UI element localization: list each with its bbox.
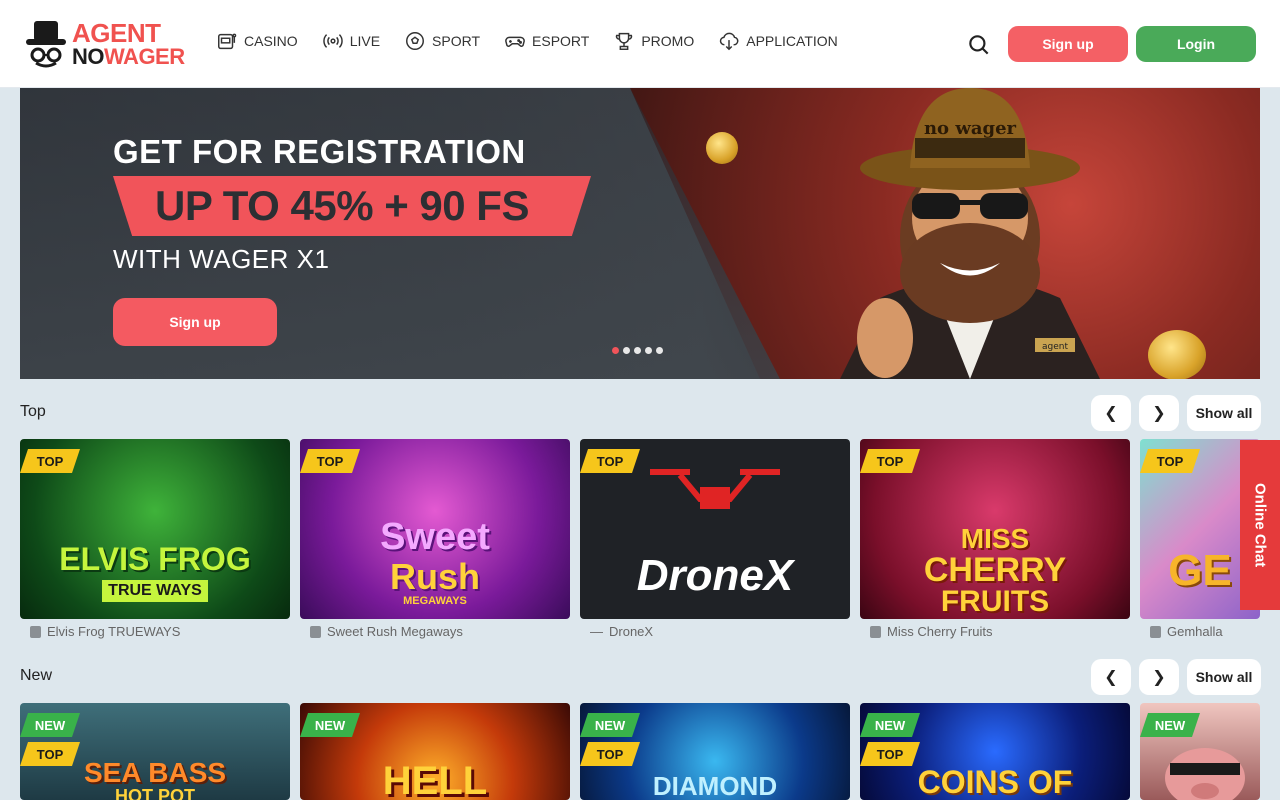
game-name-label: Sweet Rush Megaways [310,624,463,639]
game-card-sea-bass[interactable]: NEW TOP SEA BASS HOT POT [20,703,290,800]
main-nav: CASINO LIVE SPORT ESPORT PROMO APPLICATI… [216,30,838,52]
nav-esport-label: ESPORT [532,33,590,49]
site-header: AGENT NOWAGER CASINO LIVE SPORT ESPORT P… [0,0,1280,88]
agent-mascot-image: no wager agent [840,88,1100,379]
game-art-subtitle: CHERRY [923,551,1067,589]
chevron-left-icon: ❮ [1104,669,1118,686]
carousel-dot[interactable] [645,347,652,354]
logo-text-nowager: NOWAGER [72,44,185,69]
hat-text: no wager [924,118,1017,139]
nav-esport[interactable]: ESPORT [504,30,589,52]
online-chat-label: Online Chat [1251,482,1269,568]
game-card-diamond[interactable]: NEW TOP DIAMOND [580,703,850,800]
search-button[interactable] [966,32,992,58]
game-art-subtitle: HOT POT [115,785,195,800]
brand-logo[interactable]: AGENT NOWAGER [24,18,185,70]
game-card-elvis-frog[interactable]: TOP ELVIS FROG TRUE WAYS [20,439,290,619]
section-title-new: New [20,667,53,684]
carousel-dot[interactable] [623,347,630,354]
carousel-dot[interactable] [656,347,663,354]
nav-live[interactable]: LIVE [322,30,380,52]
game-art-subtitle: TRUE WAYS [102,579,208,602]
top-prev-button[interactable]: ❮ [1091,395,1131,431]
coin-image [1148,330,1206,379]
provider-icon [1150,625,1161,638]
header-login-button[interactable]: Login [1136,26,1256,62]
new-badge: NEW [580,713,640,737]
header-signup-button[interactable]: Sign up [1008,26,1128,62]
nav-sport-label: SPORT [432,33,481,49]
nav-application-label: APPLICATION [746,33,838,49]
game-name-label: — DroneX [590,624,654,639]
game-art-tag: MEGAWAYS [403,594,467,607]
banner-title: GET FOR REGISTRATION [113,133,526,170]
top-next-button[interactable]: ❯ [1139,395,1179,431]
nav-casino[interactable]: CASINO [216,30,298,52]
game-art-tag: FRUITS [940,585,1050,618]
game-art-title: COINS OF [917,764,1073,800]
logo-text-agent: AGENT [72,18,161,48]
carousel-dots [612,347,663,354]
section-title-top: Top [20,403,46,420]
agent-badge-text: agent [1042,342,1068,352]
pig-bandit-image [1165,748,1245,800]
game-art-title: HELL [382,759,488,800]
agent-hat-icon [24,19,68,69]
game-art-title: MISS [960,523,1030,554]
provider-icon: — [590,624,603,639]
banner-subtitle: WITH WAGER X1 [113,244,330,274]
new-badge: NEW [860,713,920,737]
game-name-label: Elvis Frog TRUEWAYS [30,624,180,639]
game-name-label: Miss Cherry Fruits [870,624,992,639]
promo-banner[interactable]: no wager agent GET FOR REGISTRATION UP T… [20,88,1260,379]
top-show-all-button[interactable]: Show all [1187,395,1261,431]
banner-offer: UP TO 45% + 90 FS [155,182,529,229]
provider-icon [30,625,41,638]
game-art-title: GE [1168,546,1232,595]
game-card-hell[interactable]: NEW HELL [300,703,570,800]
top-badge: TOP [580,742,640,766]
new-prev-button[interactable]: ❮ [1091,659,1131,695]
nav-promo-label: PROMO [641,33,695,49]
slot-machine-icon [218,33,237,50]
game-card-miss-cherry[interactable]: TOP MISS CHERRY FRUITS [860,439,1130,619]
new-next-button[interactable]: ❯ [1139,659,1179,695]
download-cloud-icon [720,32,739,51]
online-chat-tab[interactable]: Online Chat [1240,440,1280,610]
top-badge: TOP [860,742,920,766]
nav-live-label: LIVE [349,33,381,49]
broadcast-icon [322,34,343,48]
provider-icon [310,625,321,638]
carousel-dot[interactable] [634,347,641,354]
carousel-dot[interactable] [612,347,619,354]
coin-image [706,132,738,164]
game-art-subtitle: Rush [390,555,480,597]
provider-icon [870,625,881,638]
chevron-left-icon: ❮ [1104,405,1118,422]
game-art-title: Sweet [380,515,490,558]
soccer-ball-icon [406,32,425,50]
nav-application[interactable]: APPLICATION [718,30,838,52]
chevron-right-icon: ❯ [1152,669,1166,686]
trophy-icon [616,32,633,50]
game-art-title: DIAMOND [652,771,778,800]
chevron-right-icon: ❯ [1152,405,1166,422]
new-badge: NEW [20,713,80,737]
nav-casino-label: CASINO [244,33,298,49]
banner-signup-button[interactable]: Sign up [113,298,277,346]
nav-sport[interactable]: SPORT [404,30,480,52]
new-show-all-button[interactable]: Show all [1187,659,1261,695]
game-art-title: ELVIS FROG [59,540,251,577]
game-card-pig[interactable]: NEW [1140,703,1260,800]
game-art-title: DroneX [636,551,794,600]
search-icon [969,35,989,55]
game-name-label: Gemhalla [1150,624,1223,639]
nav-promo[interactable]: PROMO [613,30,694,52]
game-card-coins-of[interactable]: NEW TOP COINS OF [860,703,1130,800]
game-card-sweet-rush[interactable]: TOP Sweet Rush MEGAWAYS [300,439,570,619]
game-card-dronex[interactable]: TOP DroneX [580,439,850,619]
new-badge: NEW [300,713,360,737]
game-art-title: SEA BASS [83,756,227,788]
gamepad-icon [505,36,525,47]
